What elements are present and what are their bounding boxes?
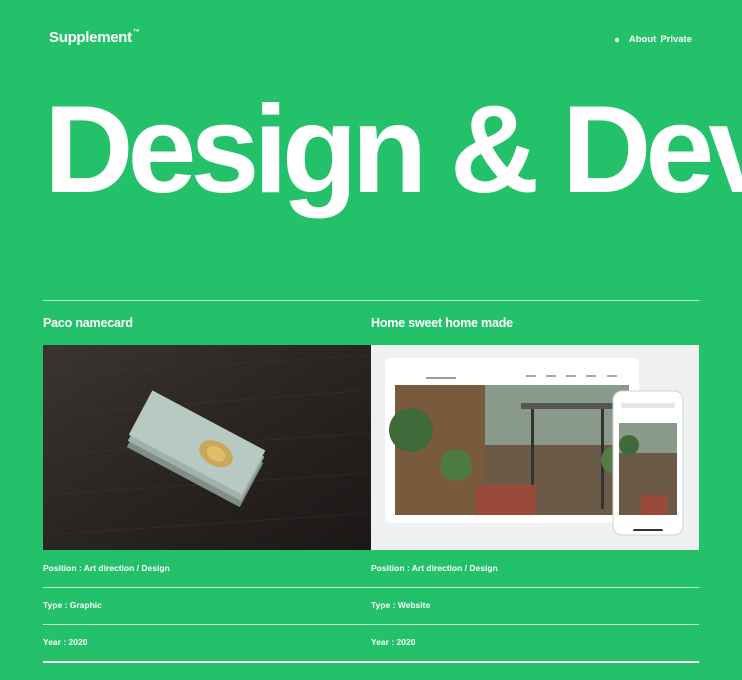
site-logo[interactable]: Supplement™ — [49, 29, 140, 46]
project-year-paco: Year : 2020 — [43, 637, 88, 647]
project-type-home: Type : Website — [371, 600, 431, 610]
nav-dot-icon — [614, 37, 619, 42]
section-divider — [43, 300, 699, 301]
logo-text: Supplement — [49, 29, 132, 46]
nav-link-private[interactable]: Private — [660, 34, 692, 45]
project-type-paco: Type : Graphic — [43, 600, 102, 610]
project-position-home: Position : Art direction / Design — [371, 563, 498, 573]
project-year-home: Year : 2020 — [371, 637, 416, 647]
hero-title: Design & Dev — [44, 81, 742, 219]
project-title-paco[interactable]: Paco namecard — [43, 316, 133, 330]
meta-divider — [43, 587, 699, 588]
trademark-mark: ™ — [132, 29, 140, 36]
website-mockup — [371, 345, 699, 550]
meta-divider — [43, 624, 699, 625]
section-end-divider — [43, 661, 699, 663]
namecard-photo — [43, 345, 371, 550]
top-nav: About Private — [614, 34, 692, 45]
project-image-paco[interactable] — [43, 345, 371, 550]
project-title-home[interactable]: Home sweet home made — [371, 316, 513, 330]
project-position-paco: Position : Art direction / Design — [43, 563, 170, 573]
project-image-home[interactable] — [371, 345, 699, 550]
nav-link-about[interactable]: About — [629, 34, 656, 45]
